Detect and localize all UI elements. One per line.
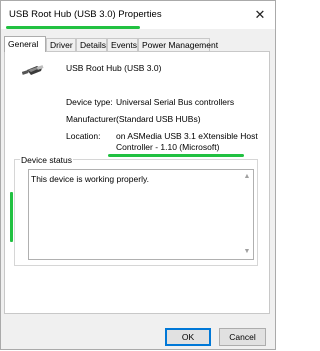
side-highlight-mark	[10, 192, 13, 242]
manufacturer-label: Manufacturer:	[66, 114, 119, 124]
device-type-value: Universal Serial Bus controllers	[116, 97, 235, 107]
close-button[interactable]: ✕	[245, 1, 275, 29]
usb-plug-icon	[22, 65, 44, 75]
location-value-line1: on ASMedia USB 3.1 eXtensible Host	[116, 131, 258, 141]
title-bar: USB Root Hub (USB 3.0) Properties ✕	[1, 1, 275, 29]
window-title: USB Root Hub (USB 3.0) Properties	[9, 9, 162, 20]
chevron-down-icon[interactable]: ▼	[243, 248, 251, 256]
location-highlight-line	[108, 154, 244, 157]
chevron-up-icon[interactable]: ▲	[243, 173, 251, 181]
tab-driver[interactable]: Driver	[46, 38, 76, 51]
tab-details[interactable]: Details	[76, 38, 107, 51]
device-status-label: Device status	[20, 155, 74, 165]
device-name: USB Root Hub (USB 3.0)	[66, 63, 162, 73]
device-status-text: This device is working properly.	[31, 174, 149, 184]
manufacturer-value: (Standard USB HUBs)	[116, 114, 201, 124]
tab-general[interactable]: General	[4, 36, 46, 52]
device-status-textbox[interactable]: This device is working properly. ▲ ▼	[28, 169, 254, 260]
cancel-button[interactable]: Cancel	[219, 328, 266, 346]
tab-events[interactable]: Events	[107, 38, 138, 51]
ok-button[interactable]: OK	[165, 328, 211, 346]
location-label: Location:	[66, 131, 101, 141]
location-value-line2: Controller - 1.10 (Microsoft)	[116, 142, 220, 152]
title-highlight-line	[6, 26, 140, 29]
tab-power-management[interactable]: Power Management	[138, 38, 218, 51]
device-type-label: Device type:	[66, 97, 113, 107]
